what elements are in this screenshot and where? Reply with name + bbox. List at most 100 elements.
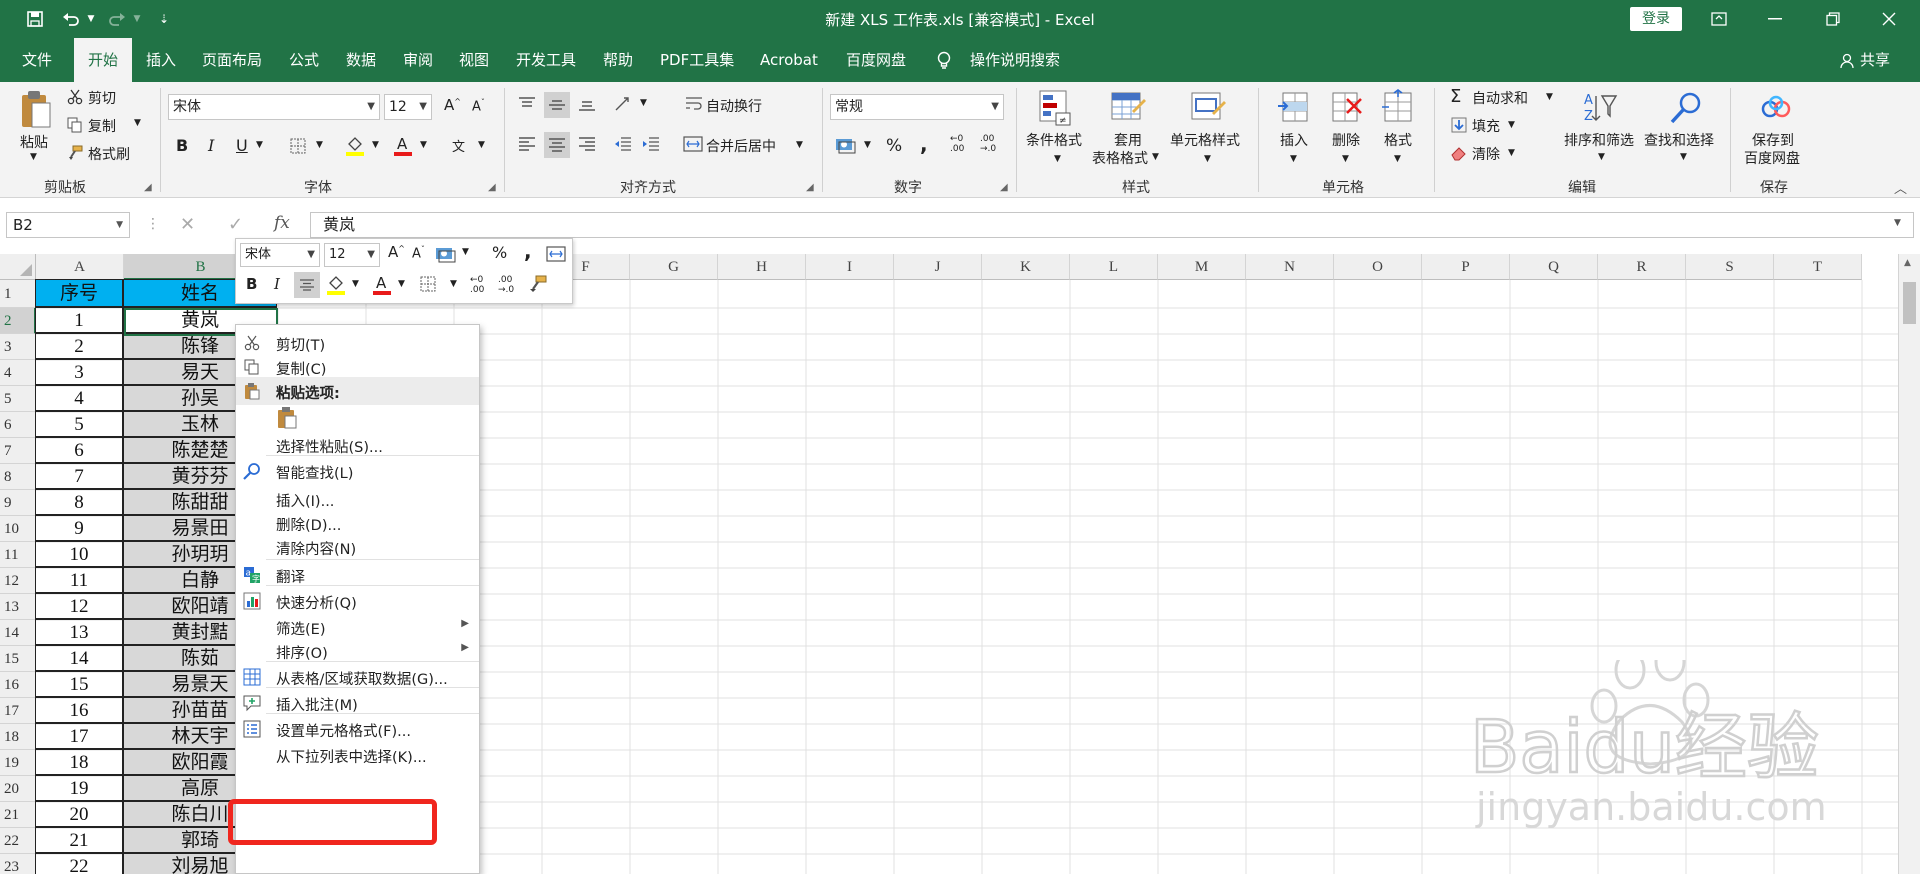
sort-filter-dropdown-icon[interactable]: ▼ <box>1598 152 1605 162</box>
underline-dropdown-icon[interactable]: ▼ <box>256 140 263 150</box>
tab-baidu-netdisk[interactable]: 百度网盘 <box>846 38 906 82</box>
enter-icon[interactable]: ✓ <box>228 214 243 235</box>
context-menu-item[interactable]: 快速分析(Q) <box>236 587 479 615</box>
index-cell[interactable]: 4 <box>35 385 123 411</box>
fill-dropdown-icon[interactable]: ▼ <box>1508 120 1515 130</box>
context-menu-item[interactable]: 设置单元格格式(F)... <box>236 715 479 743</box>
font-launcher-icon[interactable]: ◢ <box>488 182 496 193</box>
mini-bold-icon[interactable]: B <box>246 275 257 293</box>
customize-qat-icon[interactable]: ⇣ <box>156 8 172 30</box>
copy-dropdown-icon[interactable]: ▼ <box>134 118 141 128</box>
index-cell[interactable]: 17 <box>35 723 123 749</box>
context-menu-item[interactable]: 智能查找(L) <box>236 457 479 485</box>
row-header[interactable]: 2 <box>0 308 36 334</box>
index-cell[interactable]: 5 <box>35 411 123 437</box>
row-header[interactable]: 4 <box>0 360 36 386</box>
row-header[interactable]: 12 <box>0 568 36 594</box>
index-cell[interactable]: 12 <box>35 593 123 619</box>
format-as-table-line1[interactable]: 套用 <box>1114 130 1142 150</box>
select-all-corner[interactable] <box>0 254 36 280</box>
column-header[interactable]: R <box>1598 254 1686 280</box>
orientation-dropdown-icon[interactable]: ▼ <box>640 98 647 108</box>
row-header[interactable]: 5 <box>0 386 36 412</box>
index-cell[interactable]: 19 <box>35 775 123 801</box>
index-cell[interactable]: 15 <box>35 671 123 697</box>
format-dropdown-icon[interactable]: ▼ <box>1394 154 1401 164</box>
tab-review[interactable]: 审阅 <box>403 38 433 82</box>
comma-style-icon[interactable]: , <box>920 132 928 156</box>
save-to-netdisk-line1[interactable]: 保存到 <box>1752 130 1794 150</box>
format-as-table-line2[interactable]: 表格格式 <box>1092 148 1148 168</box>
insert-function-icon[interactable]: fx <box>274 213 290 233</box>
minimize-icon[interactable] <box>1752 0 1798 38</box>
column-header[interactable]: A <box>36 254 124 280</box>
collapse-ribbon-icon[interactable]: ︿ <box>1894 178 1907 197</box>
mini-format-painter-icon[interactable] <box>526 273 550 295</box>
row-header[interactable]: 8 <box>0 464 36 490</box>
shrink-font-icon[interactable]: Aˇ <box>472 98 485 114</box>
clear-button[interactable]: 清除 <box>1472 144 1500 164</box>
ribbon-display-options-icon[interactable] <box>1696 0 1742 38</box>
index-cell[interactable]: 14 <box>35 645 123 671</box>
find-select-dropdown-icon[interactable]: ▼ <box>1680 152 1687 162</box>
italic-icon[interactable]: I <box>208 136 214 155</box>
row-header[interactable]: 10 <box>0 516 36 542</box>
mini-accounting-dropdown-icon[interactable]: ▼ <box>462 247 469 257</box>
tab-file[interactable]: 文件 <box>22 38 52 82</box>
mini-font-combo[interactable]: 宋体 ▼ <box>240 243 320 267</box>
undo-dropdown-icon[interactable]: ▼ <box>84 8 98 30</box>
phonetic-dropdown-icon[interactable]: ▼ <box>478 140 485 150</box>
column-header[interactable]: T <box>1774 254 1862 280</box>
percent-icon[interactable]: % <box>886 136 902 156</box>
alignment-launcher-icon[interactable]: ◢ <box>806 182 814 193</box>
merge-center-button[interactable]: 合并后居中 <box>706 136 776 156</box>
context-menu-item[interactable]: 粘贴选项: <box>236 377 479 405</box>
row-header[interactable]: 6 <box>0 412 36 438</box>
align-bottom-icon[interactable] <box>576 94 598 114</box>
restore-icon[interactable] <box>1810 0 1856 38</box>
mini-fill-color-icon[interactable] <box>324 272 348 296</box>
column-header[interactable]: O <box>1334 254 1422 280</box>
row-header[interactable]: 17 <box>0 698 36 724</box>
row-header[interactable]: 1 <box>0 280 36 308</box>
scroll-up-icon[interactable]: ▲ <box>1904 258 1911 268</box>
mini-increase-decimal-icon[interactable]: ←0.00 <box>470 275 484 295</box>
format-painter-button[interactable]: 格式刷 <box>88 144 130 164</box>
font-size-combo[interactable]: 12 ▼ <box>384 94 432 120</box>
increase-indent-icon[interactable] <box>640 134 662 154</box>
mini-font-color-icon[interactable]: A <box>370 272 394 296</box>
column-header[interactable]: S <box>1686 254 1774 280</box>
sort-filter-button[interactable]: 排序和筛选 <box>1564 130 1634 150</box>
cut-button[interactable]: 剪切 <box>88 88 116 108</box>
row-header[interactable]: 11 <box>0 542 36 568</box>
mini-accounting-icon[interactable] <box>434 243 458 265</box>
mini-size-combo[interactable]: 12 ▼ <box>324 243 380 267</box>
cell-styles-button[interactable]: 单元格样式 <box>1170 130 1240 150</box>
vertical-scrollbar[interactable]: ▲ <box>1898 254 1920 874</box>
index-cell[interactable]: 13 <box>35 619 123 645</box>
font-color-dropdown-icon[interactable]: ▼ <box>420 140 427 150</box>
font-name-combo[interactable]: 宋体 ▼ <box>168 94 380 120</box>
row-header[interactable]: 20 <box>0 776 36 802</box>
tab-page-layout[interactable]: 页面布局 <box>202 38 262 82</box>
increase-decimal-icon[interactable]: ←0.00 <box>950 134 964 154</box>
decrease-indent-icon[interactable] <box>612 134 634 154</box>
borders-dropdown-icon[interactable]: ▼ <box>316 140 323 150</box>
underline-icon[interactable]: U <box>236 136 248 155</box>
row-header[interactable]: 22 <box>0 828 36 854</box>
tab-acrobat[interactable]: Acrobat <box>760 38 818 82</box>
mini-font-color-dropdown-icon[interactable]: ▼ <box>398 279 405 289</box>
row-header[interactable]: 21 <box>0 802 36 828</box>
insert-dropdown-icon[interactable]: ▼ <box>1290 154 1297 164</box>
undo-icon[interactable] <box>58 8 84 30</box>
tab-pdf-tools[interactable]: PDF工具集 <box>660 38 734 82</box>
name-box[interactable]: B2 ▼ <box>6 212 130 238</box>
row-header[interactable]: 16 <box>0 672 36 698</box>
paste-option-icon[interactable] <box>274 405 300 431</box>
index-cell[interactable]: 18 <box>35 749 123 775</box>
index-cell[interactable]: 7 <box>35 463 123 489</box>
delete-dropdown-icon[interactable]: ▼ <box>1342 154 1349 164</box>
decrease-decimal-icon[interactable]: .00 →.0 <box>980 134 996 154</box>
font-color-icon[interactable]: A <box>392 134 414 156</box>
lightbulb-icon[interactable] <box>936 38 952 82</box>
